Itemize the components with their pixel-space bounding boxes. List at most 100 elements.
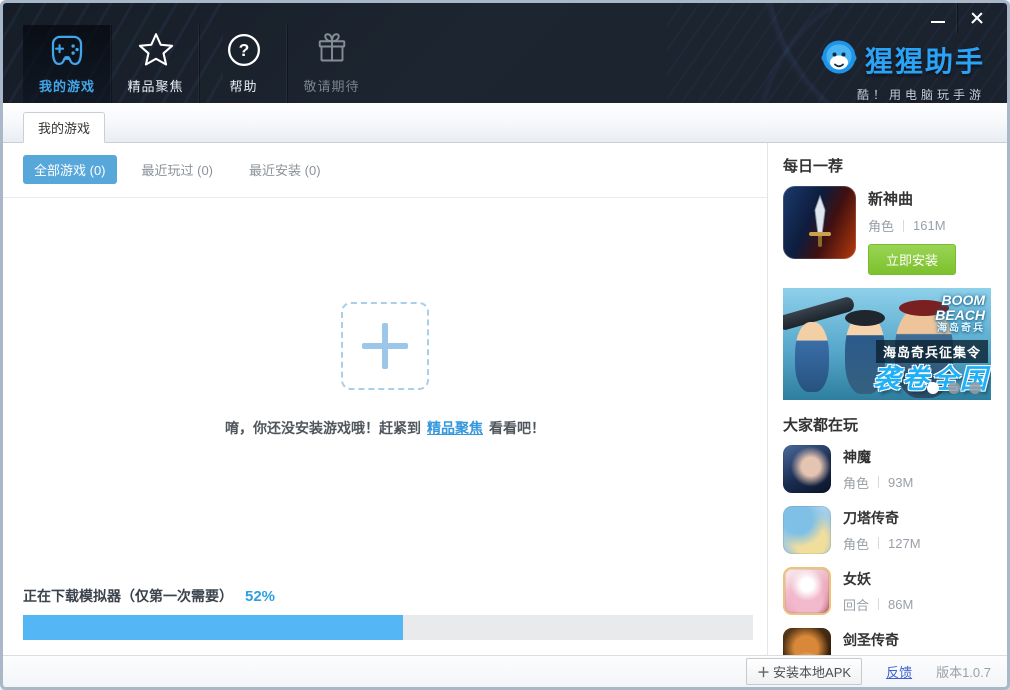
featured-game-title: 新神曲 — [868, 188, 956, 209]
game-icon — [783, 506, 831, 554]
tab-my-games[interactable]: 我的游戏 — [23, 112, 105, 143]
progress-bar-track — [23, 615, 753, 640]
window-controls — [919, 3, 995, 33]
featured-link[interactable]: 精品聚焦 — [427, 420, 483, 436]
carousel-dot[interactable] — [927, 382, 939, 394]
banner-brand-line1: BOOM — [935, 293, 985, 308]
banner-brand-cn: 海岛奇兵 — [935, 324, 985, 335]
carousel-dots — [927, 382, 981, 394]
game-size: 161M — [913, 218, 946, 233]
plus-icon: ＋ — [757, 662, 770, 681]
game-title: 神魔 — [843, 447, 913, 467]
featured-game-info: 新神曲 角色 161M 立即安装 — [868, 186, 956, 275]
nav-label: 帮助 — [229, 76, 257, 95]
game-category: 角色 — [868, 216, 894, 235]
game-size: 86M — [888, 597, 913, 612]
empty-message-suffix: 看看吧！ — [489, 420, 545, 436]
progress-fill — [23, 615, 403, 640]
banner-brand-line2: BEACH — [935, 308, 985, 323]
game-title: 女妖 — [843, 569, 913, 589]
nav-item-help[interactable]: ? 帮助 — [199, 25, 287, 103]
banner-brand-text: BOOM BEACH 海岛奇兵 — [935, 293, 985, 335]
empty-message-prefix: 唷，你还没安装游戏哦！赶紧到 — [225, 420, 421, 436]
game-info: 剑圣传奇 策略 91M — [843, 630, 913, 656]
close-icon — [969, 10, 985, 26]
svg-text:?: ? — [238, 40, 249, 60]
tab-strip: 我的游戏 — [3, 103, 1007, 143]
empty-state-message: 唷，你还没安装游戏哦！赶紧到精品聚焦看看吧！ — [3, 418, 767, 438]
gift-icon — [310, 28, 354, 72]
install-local-apk-button[interactable]: ＋ 安装本地APK — [746, 658, 862, 685]
nav-label: 敬请期待 — [303, 76, 359, 95]
game-list-item[interactable]: 剑圣传奇 策略 91M — [783, 628, 991, 655]
game-size: 127M — [888, 536, 921, 551]
filter-all-games[interactable]: 全部游戏 (0) — [23, 155, 117, 184]
filter-recently-played[interactable]: 最近玩过 (0) — [131, 155, 225, 184]
game-icon — [783, 445, 831, 493]
banner-illustration — [845, 310, 885, 326]
game-icon — [783, 567, 831, 615]
game-icon — [783, 628, 831, 655]
install-apk-label: 安装本地APK — [773, 662, 851, 681]
content-area: 全部游戏 (0) 最近玩过 (0) 最近安装 (0) 唷，你还没安装游戏哦！赶紧… — [3, 143, 1007, 655]
gamepad-icon — [45, 28, 89, 72]
minimize-button[interactable] — [919, 3, 957, 33]
meta-divider — [878, 476, 879, 488]
nav-item-coming-soon[interactable]: 敬请期待 — [287, 25, 375, 103]
game-meta: 角色 127M — [843, 534, 921, 553]
main-nav: 我的游戏 精品聚焦 ? 帮助 — [23, 25, 375, 103]
game-meta: 角色 93M — [843, 473, 913, 492]
game-list-item[interactable]: 神魔 角色 93M — [783, 445, 991, 493]
status-bar: ＋ 安装本地APK 反馈 版本1.0.7 — [3, 655, 1007, 687]
featured-game-icon — [783, 186, 856, 259]
feedback-link[interactable]: 反馈 — [886, 662, 912, 681]
everyone-playing-heading: 大家都在玩 — [783, 414, 991, 435]
nav-label: 我的游戏 — [39, 76, 95, 95]
add-game-button[interactable] — [341, 302, 429, 390]
nav-item-featured[interactable]: 精品聚焦 — [111, 25, 199, 103]
game-info: 神魔 角色 93M — [843, 447, 913, 492]
emulator-download-progress: 正在下载模拟器（仅第一次需要） 52% — [23, 586, 753, 640]
help-icon: ? — [222, 28, 266, 72]
brand-area: 猩猩助手 酷！用电脑玩手游 — [821, 39, 985, 103]
game-list-item[interactable]: 刀塔传奇 角色 127M — [783, 506, 991, 554]
progress-label: 正在下载模拟器（仅第一次需要） — [23, 586, 233, 606]
game-size: 93M — [888, 475, 913, 490]
meta-divider — [878, 598, 879, 610]
brand-tagline: 酷！用电脑玩手游 — [821, 86, 985, 103]
brand-name: 猩猩助手 — [865, 40, 985, 80]
progress-percent: 52% — [245, 588, 275, 605]
carousel-dot[interactable] — [969, 382, 981, 394]
promo-banner[interactable]: BOOM BEACH 海岛奇兵 海岛奇兵征集令 袭卷全国 — [783, 288, 991, 400]
game-meta: 回合 86M — [843, 595, 913, 614]
install-now-button[interactable]: 立即安装 — [868, 244, 956, 275]
star-icon — [134, 28, 178, 72]
banner-illustration — [795, 322, 829, 392]
app-window: 我的游戏 精品聚焦 ? 帮助 — [0, 0, 1010, 690]
featured-game-meta: 角色 161M — [868, 216, 956, 235]
daily-pick-heading: 每日一荐 — [783, 155, 991, 176]
version-label: 版本1.0.7 — [936, 662, 991, 681]
game-category: 角色 — [843, 534, 869, 553]
filter-recently-installed[interactable]: 最近安装 (0) — [238, 155, 332, 184]
sidebar: 每日一荐 新神曲 角色 161M 立即安装 — [767, 143, 1007, 655]
title-bar: 我的游戏 精品聚焦 ? 帮助 — [3, 3, 1007, 103]
game-category: 角色 — [843, 473, 869, 492]
tab-label: 我的游戏 — [38, 118, 90, 137]
game-title: 剑圣传奇 — [843, 630, 913, 650]
featured-game-card[interactable]: 新神曲 角色 161M 立即安装 — [783, 186, 991, 275]
game-category: 回合 — [843, 595, 869, 614]
game-list-item[interactable]: 女妖 回合 86M — [783, 567, 991, 615]
sword-game-icon — [798, 194, 842, 252]
empty-state: 唷，你还没安装游戏哦！赶紧到精品聚焦看看吧！ — [3, 302, 767, 438]
game-title: 刀塔传奇 — [843, 508, 921, 528]
nav-item-my-games[interactable]: 我的游戏 — [23, 25, 111, 103]
game-info: 女妖 回合 86M — [843, 569, 913, 614]
meta-divider — [903, 220, 904, 232]
nav-label: 精品聚焦 — [127, 76, 183, 95]
close-button[interactable] — [957, 3, 995, 33]
game-info: 刀塔传奇 角色 127M — [843, 508, 921, 553]
carousel-dot[interactable] — [948, 382, 960, 394]
filter-bar: 全部游戏 (0) 最近玩过 (0) 最近安装 (0) — [3, 143, 767, 198]
meta-divider — [878, 537, 879, 549]
